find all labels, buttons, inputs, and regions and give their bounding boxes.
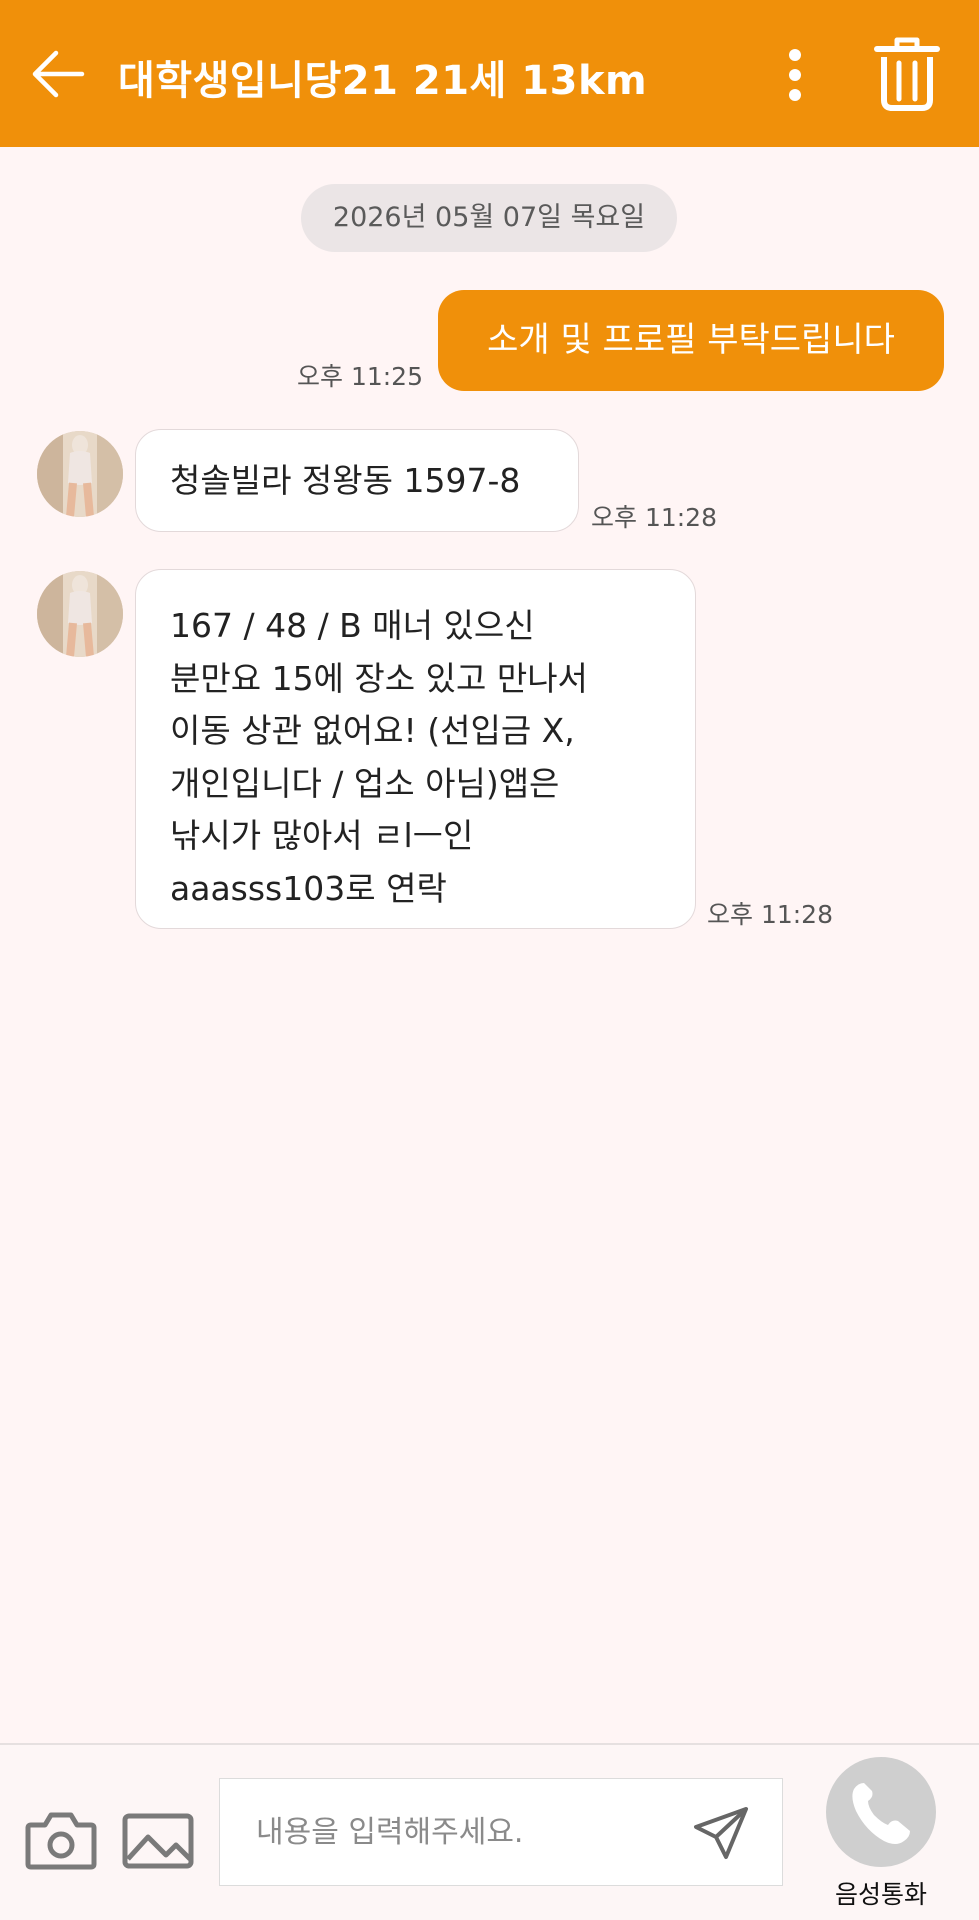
voice-call-label: 음성통화 — [834, 1880, 927, 1909]
phone-icon — [852, 1783, 910, 1844]
avatar[interactable] — [37, 571, 123, 657]
gallery-button[interactable] — [122, 1813, 194, 1869]
more-options-button[interactable] — [770, 44, 820, 106]
voice-call-button[interactable] — [826, 1757, 936, 1867]
message-input-container — [219, 1778, 783, 1886]
delete-chat-button[interactable] — [874, 36, 940, 112]
camera-icon — [25, 1812, 97, 1870]
send-icon — [694, 1807, 748, 1859]
chat-header: 대학생입니당21 21세 13km — [0, 0, 979, 147]
message-line: 이동 상관 없어요! (선입금 X, — [170, 711, 575, 750]
image-icon — [122, 1813, 194, 1869]
message-line: 개인입니다 / 업소 아님)앱은 — [170, 763, 560, 803]
profile-photo — [37, 431, 123, 517]
message-line: 낚시가 많아서 ㄹlㅡ인 — [170, 816, 474, 855]
back-button[interactable] — [28, 44, 88, 104]
message-line: 분만요 15에 장소 있고 만나서 — [170, 658, 588, 698]
profile-photo — [37, 571, 123, 657]
arrow-left-icon — [32, 50, 85, 98]
avatar[interactable] — [37, 431, 123, 517]
message-time: 오후 11:25 — [297, 362, 423, 391]
message-line: aaasss103로 연락 — [170, 868, 447, 908]
message-time: 오후 11:28 — [707, 900, 833, 929]
incoming-message[interactable]: 청솔빌라 정왕동 1597-8 — [135, 429, 579, 532]
message-time: 오후 11:28 — [591, 503, 717, 532]
message-line: 167 / 48 / B 매너 있으신 — [170, 606, 535, 645]
more-vertical-icon — [789, 49, 801, 101]
message-input[interactable] — [220, 1779, 660, 1885]
outgoing-message[interactable]: 소개 및 프로필 부탁드립니다 — [438, 290, 944, 391]
chat-partner-title: 대학생입니당21 21세 13km — [118, 58, 648, 104]
incoming-message[interactable]: 167 / 48 / B 매너 있으신 분만요 15에 장소 있고 만나서 이동… — [135, 569, 696, 929]
message-composer: 음성통화 — [0, 1743, 979, 1920]
camera-button[interactable] — [25, 1809, 97, 1871]
send-button[interactable] — [692, 1803, 752, 1863]
date-separator: 2026년 05월 07일 목요일 — [301, 184, 677, 252]
trash-icon — [874, 37, 940, 111]
